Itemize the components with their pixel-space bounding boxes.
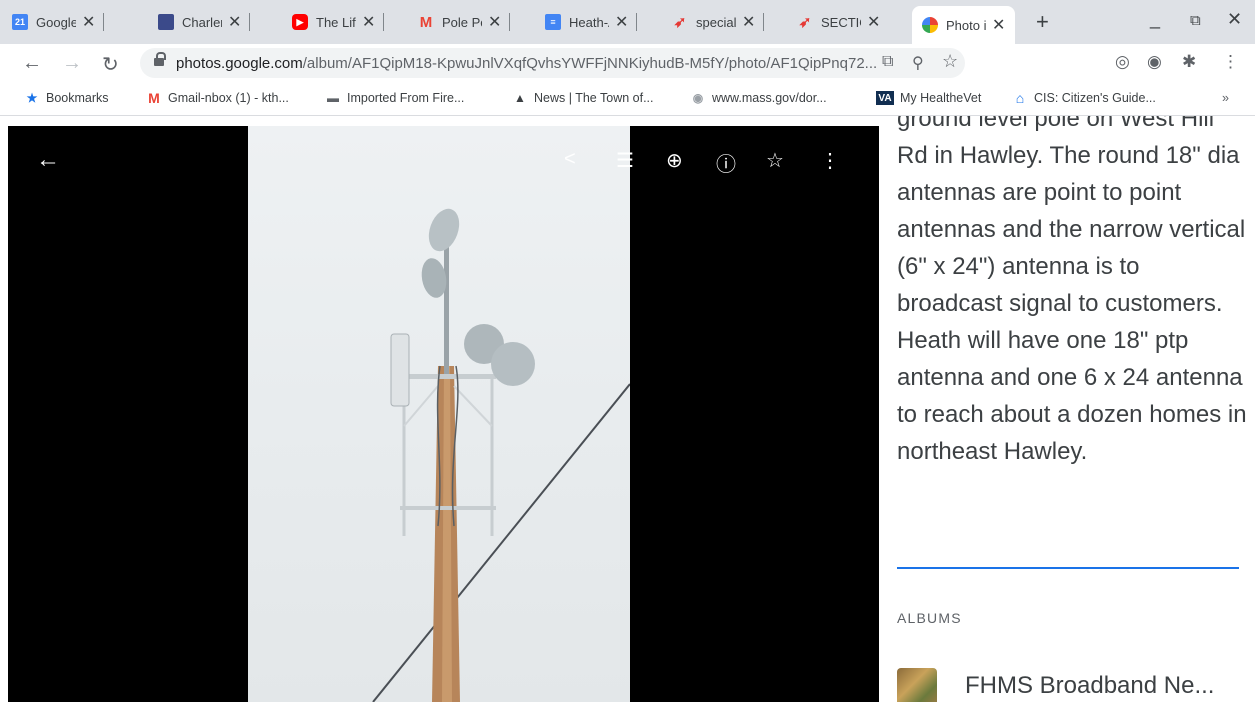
tab-title: Pole Pe xyxy=(442,14,482,30)
close-icon[interactable]: ✕ xyxy=(362,12,375,32)
photo-description[interactable]: ground level pole on West Hill Rd in Haw… xyxy=(897,116,1247,470)
back-button[interactable]: ← xyxy=(22,52,42,75)
folder-icon: ▬ xyxy=(327,91,339,105)
open-in-app-icon[interactable]: ⧉ xyxy=(882,53,893,71)
more-options-icon[interactable]: ⋮ xyxy=(820,148,840,173)
tab-title: Charlem xyxy=(182,14,222,30)
bookmarks-overflow-button[interactable]: » xyxy=(1222,91,1229,105)
close-icon[interactable]: ✕ xyxy=(228,12,241,32)
bookmark-label: Gmail-nbox (1) - kth... xyxy=(168,91,289,105)
star-icon: ★ xyxy=(26,91,38,105)
bookmark-imported-from-firefox[interactable]: ▬ Imported From Fire... xyxy=(325,91,464,105)
new-tab-button[interactable]: + xyxy=(1036,9,1049,35)
tab-gmail[interactable]: M Pole Pe ✕ xyxy=(418,10,511,34)
bookmark-mass-gov[interactable]: ◉ www.mass.gov/dor... xyxy=(690,91,827,105)
favorite-star-icon[interactable]: ☆ xyxy=(766,148,784,173)
rocket-icon: ➶ xyxy=(798,14,812,31)
url-path: /album/AF1QipM18-KpwuJnlVXqfQvhsYWFFjNNK… xyxy=(302,55,878,72)
photo-info-panel: ground level pole on West Hill Rd in Haw… xyxy=(879,116,1255,702)
town-icon: ▲ xyxy=(514,91,526,105)
edit-adjust-icon[interactable]: ☰ xyxy=(616,148,634,173)
bookmark-bookmarks[interactable]: ★ Bookmarks xyxy=(24,91,109,105)
tab-section[interactable]: ➶ SECTIO ✕ xyxy=(797,10,881,34)
lock-icon xyxy=(154,52,166,68)
photo-utility-pole-antennas xyxy=(248,126,630,702)
photo-viewer: ← < ☰ ⊕ ⓘ ☆ ⋮ xyxy=(8,126,879,702)
tab-separator xyxy=(509,13,511,31)
tab-separator xyxy=(763,13,765,31)
docs-icon: ≡ xyxy=(545,14,561,30)
bookmark-cis-citizens-guide[interactable]: ⌂ CIS: Citizen's Guide... xyxy=(1012,90,1156,106)
close-icon[interactable]: ✕ xyxy=(488,12,501,32)
bookmark-gmail[interactable]: M Gmail-nbox (1) - kth... xyxy=(146,90,289,106)
gmail-icon: M xyxy=(419,13,433,31)
extension-icon[interactable]: ◎ xyxy=(1115,52,1130,72)
tab-title: Google C xyxy=(36,14,76,30)
share-icon[interactable]: < xyxy=(564,148,576,171)
tab-strip: 21 Google C ✕ Charlem ✕ ▶ The Life ✕ M P… xyxy=(0,0,1255,44)
gmail-icon: M xyxy=(148,90,160,106)
va-icon: VA xyxy=(876,91,894,105)
seal-icon: ◉ xyxy=(692,91,704,105)
close-window-button[interactable]: ✕ xyxy=(1227,9,1242,30)
tab-google-photos-active[interactable]: Photo in ✕ xyxy=(912,6,1016,44)
tab-separator xyxy=(636,13,638,31)
tab-title: Heath-A xyxy=(569,14,609,30)
zoom-icon[interactable]: ⚲ xyxy=(912,53,924,73)
reload-button[interactable]: ↻ xyxy=(102,52,119,77)
albums-heading: ALBUMS xyxy=(897,610,962,626)
bookmarks-bar: ★ Bookmarks M Gmail-nbox (1) - kth... ▬ … xyxy=(0,82,1255,116)
browser-toolbar: ← → ↻ photos.google.com/album/AF1QipM18-… xyxy=(0,44,1255,82)
bookmark-my-healthevet[interactable]: VA My HealtheVet xyxy=(876,91,981,105)
photo-illustration xyxy=(372,208,630,702)
bookmark-town-news[interactable]: ▲ News | The Town of... xyxy=(512,91,654,105)
youtube-icon: ▶ xyxy=(292,14,308,30)
bookmark-label: News | The Town of... xyxy=(534,91,654,105)
close-icon[interactable]: ✕ xyxy=(992,15,1005,35)
info-icon[interactable]: ⓘ xyxy=(716,148,736,177)
extensions-puzzle-icon[interactable]: ✱ xyxy=(1182,52,1196,72)
rocket-icon: ➶ xyxy=(673,14,687,31)
bookmark-label: CIS: Citizen's Guide... xyxy=(1034,91,1156,105)
bookmark-label: www.mass.gov/dor... xyxy=(712,91,827,105)
bookmark-label: My HealtheVet xyxy=(900,91,982,105)
tab-google-calendar[interactable]: 21 Google C ✕ xyxy=(12,10,105,34)
bookmark-label: Imported From Fire... xyxy=(347,91,465,105)
tab-title: The Life xyxy=(316,14,356,30)
calendar-icon: 21 xyxy=(12,14,28,30)
tab-special[interactable]: ➶ special- ✕ xyxy=(672,10,765,34)
menu-kebab-icon[interactable]: ⋮ xyxy=(1222,52,1239,72)
restore-button[interactable]: ⧉ xyxy=(1190,12,1201,29)
charlemont-icon xyxy=(158,14,174,30)
tab-title: SECTIO xyxy=(821,14,861,30)
close-icon[interactable]: ✕ xyxy=(742,12,755,32)
google-photos-icon xyxy=(922,17,938,33)
tab-separator xyxy=(103,13,105,31)
tab-google-docs[interactable]: ≡ Heath-A ✕ xyxy=(545,10,638,34)
tab-charlemont[interactable]: Charlem ✕ xyxy=(158,10,251,34)
close-icon[interactable]: ✕ xyxy=(867,12,880,32)
address-bar[interactable]: photos.google.com/album/AF1QipM18-KpwuJn… xyxy=(140,48,965,78)
forward-button[interactable]: → xyxy=(62,52,82,75)
bookmark-label: Bookmarks xyxy=(46,91,109,105)
album-thumbnail[interactable] xyxy=(897,668,937,702)
back-arrow-icon[interactable]: ← xyxy=(36,146,60,174)
tab-youtube[interactable]: ▶ The Life ✕ xyxy=(292,10,385,34)
tab-title: special- xyxy=(696,14,736,30)
extension-eye-icon[interactable]: ◉ xyxy=(1147,52,1162,72)
url-text[interactable]: photos.google.com/album/AF1QipM18-KpwuJn… xyxy=(176,55,877,72)
tab-separator xyxy=(383,13,385,31)
url-domain: photos.google.com xyxy=(176,55,303,72)
close-icon[interactable]: ✕ xyxy=(82,12,95,32)
close-icon[interactable]: ✕ xyxy=(615,12,628,32)
minimize-button[interactable]: _ xyxy=(1150,9,1160,30)
tab-separator xyxy=(249,13,251,31)
description-underline xyxy=(897,567,1239,569)
tab-title: Photo in xyxy=(946,17,986,33)
bookmark-star-icon[interactable]: ☆ xyxy=(942,51,958,72)
zoom-in-icon[interactable]: ⊕ xyxy=(666,148,683,173)
building-icon: ⌂ xyxy=(1015,90,1025,106)
album-name[interactable]: FHMS Broadband Ne... xyxy=(965,672,1214,700)
